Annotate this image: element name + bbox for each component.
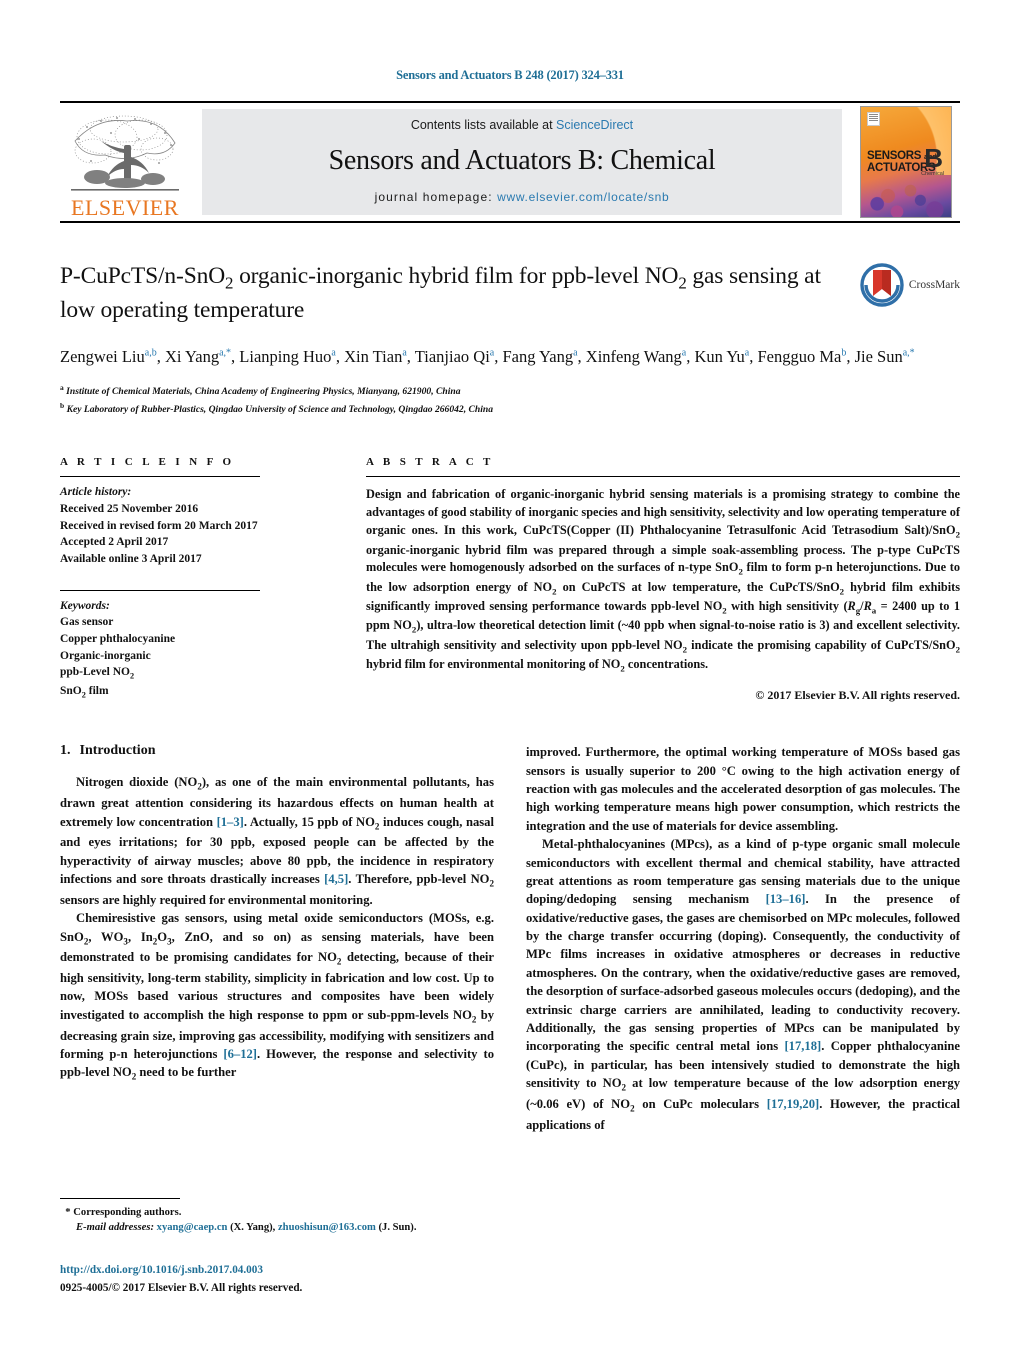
- citation-link[interactable]: [17,19,20]: [767, 1097, 819, 1111]
- email-owner-2: (J. Sun).: [378, 1222, 417, 1234]
- article-info-divider: [60, 476, 260, 478]
- masthead-right: SENSORS and ACTUATORS B Chemical: [852, 103, 960, 221]
- running-head: Sensors and Actuators B 248 (2017) 324–3…: [396, 68, 624, 82]
- corresponding-mark: *: [65, 1206, 71, 1218]
- publisher-logo: ELSEVIER: [60, 103, 190, 221]
- crossmark-icon: [860, 263, 904, 307]
- history-item: Received in revised form 20 March 2017: [60, 519, 258, 532]
- abstract-column: A B S T R A C T Design and fabrication o…: [366, 456, 960, 703]
- elsevier-wordmark: ELSEVIER: [71, 195, 179, 220]
- title-block: P-CuPcTS/n-SnO2 organic-inorganic hybrid…: [60, 261, 960, 325]
- masthead-center: Contents lists available at ScienceDirec…: [202, 109, 842, 215]
- journal-title: Sensors and Actuators B: Chemical: [328, 145, 716, 176]
- keywords-list: Keywords: Gas sensor Copper phthalocyani…: [60, 598, 340, 701]
- journal-cover-image: SENSORS and ACTUATORS B Chemical: [860, 106, 952, 218]
- history-item: Received 25 November 2016: [60, 503, 199, 516]
- abstract-copyright: © 2017 Elsevier B.V. All rights reserved…: [755, 688, 960, 703]
- body-column-right: improved. Furthermore, the optimal worki…: [526, 743, 960, 1134]
- footnote-divider: [60, 1197, 180, 1199]
- elsevier-tree-icon: [67, 111, 183, 199]
- cover-speckle: [861, 173, 951, 217]
- info-abstract-region: A R T I C L E I N F O Article history: R…: [60, 456, 960, 703]
- keywords-label: Keywords:: [60, 599, 110, 612]
- journal-masthead: ELSEVIER Contents lists available at Sci…: [60, 101, 960, 223]
- contents-list-line: Contents lists available at ScienceDirec…: [411, 118, 633, 132]
- email-owner-1: (X. Yang),: [230, 1222, 276, 1234]
- email-link-2[interactable]: zhuoshisun@163.com: [278, 1222, 376, 1233]
- history-item: Accepted 2 April 2017: [60, 536, 169, 549]
- email-link-1[interactable]: xyang@caep.cn: [157, 1222, 228, 1233]
- paragraph: Metal-phthalocyanines (MPcs), as a kind …: [526, 837, 960, 1132]
- sciencedirect-link[interactable]: ScienceDirect: [556, 118, 633, 132]
- keywords-divider: [60, 589, 260, 591]
- citation-link[interactable]: [1–3]: [217, 815, 244, 829]
- section-title-text: Introduction: [79, 743, 156, 759]
- paper-page: Sensors and Actuators B 248 (2017) 324–3…: [0, 0, 1020, 1351]
- affiliation-list: a Institute of Chemical Materials, China…: [60, 382, 960, 418]
- article-history-label: Article history:: [60, 486, 132, 499]
- keyword-item: Copper phthalocyanine: [60, 633, 176, 646]
- citation-link[interactable]: [17,18]: [784, 1039, 821, 1053]
- paragraph: Nitrogen dioxide (NO2), as one of the ma…: [60, 775, 494, 907]
- keyword-item: SnO2 film: [60, 684, 109, 700]
- article-info-heading: A R T I C L E I N F O: [60, 456, 235, 469]
- keyword-item: Gas sensor: [60, 616, 114, 629]
- keyword-item: ppb-Level NO2: [60, 666, 135, 681]
- cover-elsevier-mini-icon: [867, 112, 880, 126]
- corresponding-author-note: * Corresponding authors.: [60, 1205, 500, 1221]
- section-number: 1.: [60, 743, 71, 759]
- journal-homepage-line: journal homepage: www.elsevier.com/locat…: [375, 190, 670, 204]
- page-title: P-CuPcTS/n-SnO2 organic-inorganic hybrid…: [60, 263, 821, 323]
- keyword-item: Organic-inorganic: [60, 649, 151, 662]
- article-history: Article history: Received 25 November 20…: [60, 484, 340, 567]
- cover-line1: SENSORS: [867, 150, 922, 162]
- footnote-zone: * Corresponding authors. E-mail addresse…: [60, 1197, 500, 1298]
- crossmark-label: CrossMark: [908, 279, 960, 291]
- contents-prefix: Contents lists available at: [410, 118, 557, 132]
- cover-series-letter: B: [924, 143, 943, 173]
- doi-link[interactable]: http://dx.doi.org/10.1016/j.snb.2017.04.…: [60, 1262, 500, 1279]
- homepage-label: journal homepage:: [374, 190, 493, 204]
- affiliation-b: b Key Laboratory of Rubber-Plastics, Qin…: [60, 401, 494, 416]
- paragraph: Chemiresistive gas sensors, using metal …: [60, 911, 495, 1082]
- email-note: E-mail addresses: xyang@caep.cn (X. Yang…: [60, 1220, 500, 1236]
- citation-link[interactable]: [4,5]: [324, 872, 348, 886]
- email-label: E-mail addresses:: [76, 1222, 154, 1234]
- keywords-block: Keywords: Gas sensor Copper phthalocyani…: [60, 589, 340, 701]
- body-columns: 1. Introduction Nitrogen dioxide (NO2), a…: [60, 743, 960, 1134]
- abstract-text: Design and fabrication of organic-inorga…: [366, 487, 961, 674]
- citation-link[interactable]: [13–16]: [766, 892, 806, 906]
- corresponding-label: Corresponding authors.: [73, 1206, 182, 1218]
- crossmark-badge[interactable]: CrossMark: [860, 263, 960, 307]
- history-item: Available online 3 April 2017: [60, 553, 202, 566]
- abstract-divider: [366, 476, 960, 478]
- homepage-url-link[interactable]: www.elsevier.com/locate/snb: [497, 190, 669, 204]
- abstract-heading: A B S T R A C T: [366, 456, 494, 469]
- paragraph: improved. Furthermore, the optimal worki…: [526, 745, 960, 833]
- author-list: Zengwei Liua,b, Xi Yanga,*, Lianping Huo…: [60, 347, 915, 367]
- cover-series-sub: Chemical: [921, 171, 944, 177]
- body-column-left: 1. Introduction Nitrogen dioxide (NO2), a…: [60, 743, 494, 1134]
- section-heading-introduction: 1. Introduction: [60, 743, 494, 759]
- affiliation-a: a Institute of Chemical Materials, China…: [60, 383, 461, 398]
- issn-copyright: 0925-4005/© 2017 Elsevier B.V. All right…: [60, 1281, 303, 1294]
- citation-link[interactable]: [6–12]: [223, 1047, 257, 1061]
- article-info-column: A R T I C L E I N F O Article history: R…: [60, 456, 340, 703]
